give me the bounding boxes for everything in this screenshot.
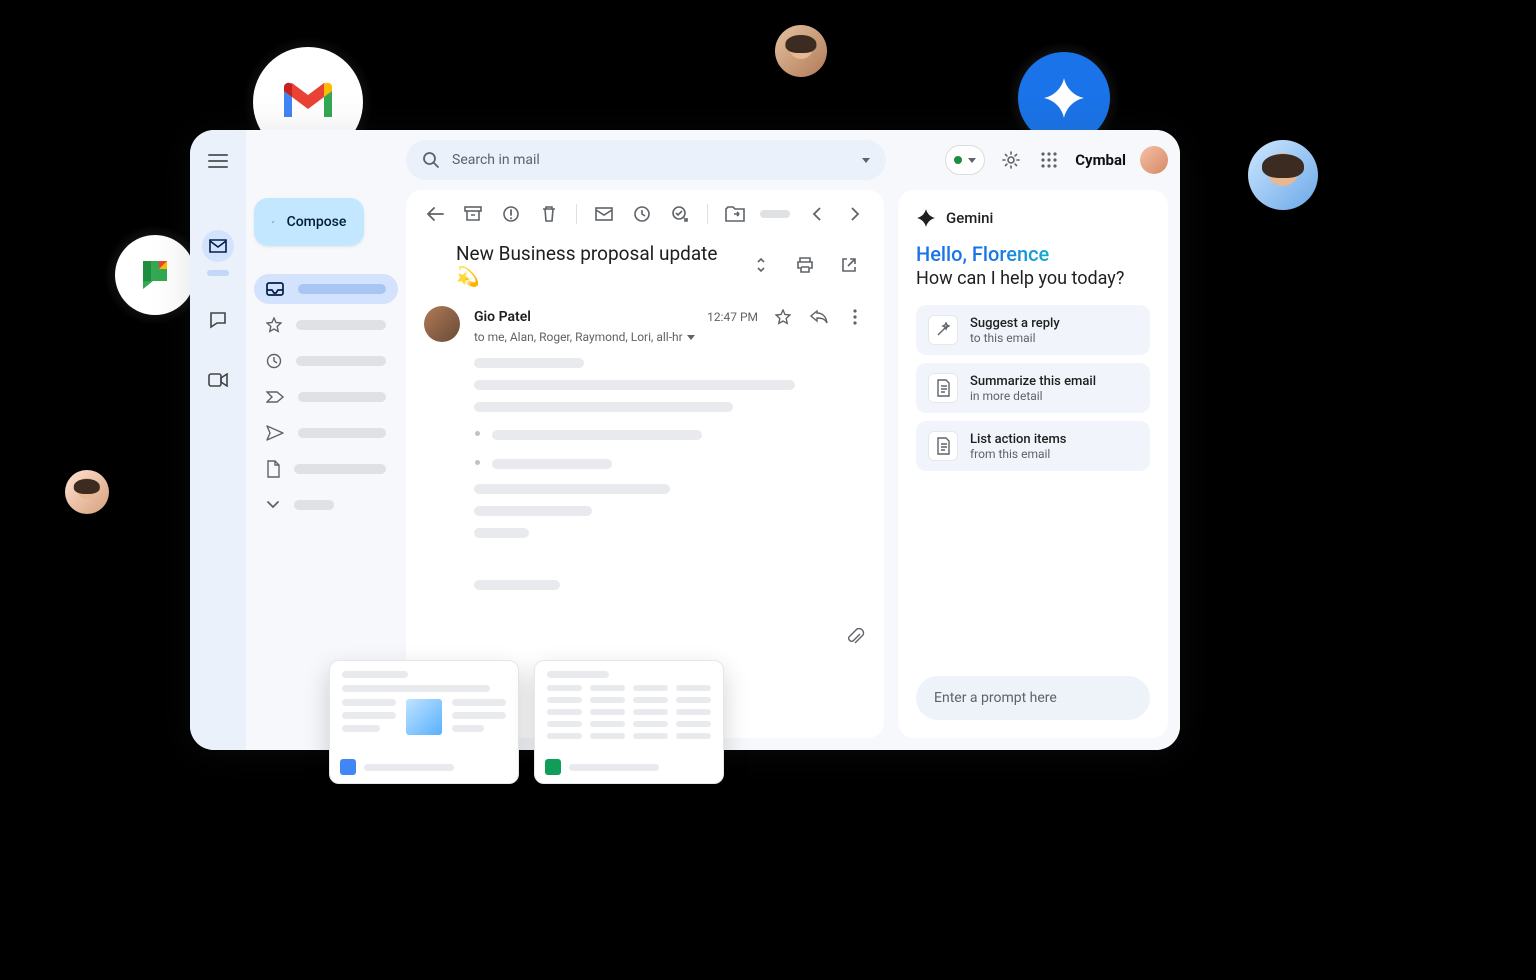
- more-button[interactable]: [844, 306, 866, 328]
- settings-button[interactable]: [999, 148, 1023, 172]
- star-icon: [266, 317, 282, 333]
- email-body: [474, 344, 866, 648]
- email-time: 12:47 PM: [707, 310, 758, 324]
- app-header: Search in mail: [406, 130, 1180, 190]
- print-button[interactable]: [788, 248, 822, 282]
- compose-label: Compose: [287, 214, 347, 230]
- email-subject: New Business proposal update💫: [456, 242, 734, 288]
- gear-icon: [1001, 150, 1021, 170]
- gmail-window: Compose: [190, 130, 1180, 750]
- docs-icon: [340, 759, 356, 775]
- doc-thumbnail: [406, 699, 442, 735]
- recipients-expand[interactable]: [687, 335, 695, 340]
- org-brand: Cymbal: [1075, 151, 1126, 169]
- avatar: [775, 25, 827, 77]
- gemini-prompt-input[interactable]: Enter a prompt here: [916, 676, 1150, 720]
- prev-button[interactable]: [800, 197, 834, 231]
- expand-button[interactable]: [744, 248, 778, 282]
- apps-icon: [1040, 151, 1058, 169]
- sheets-icon: [545, 759, 561, 775]
- avatar: [1248, 140, 1318, 210]
- rail-chat[interactable]: [202, 304, 234, 336]
- sender-avatar: [424, 306, 460, 342]
- pager-info: [760, 210, 790, 218]
- doc-spark-icon: [928, 373, 958, 403]
- move-to-button[interactable]: [718, 197, 752, 231]
- docs-card[interactable]: [329, 660, 519, 784]
- reply-button[interactable]: [808, 306, 830, 328]
- sidebar-item-sent[interactable]: [254, 418, 398, 448]
- popout-button[interactable]: [832, 248, 866, 282]
- back-button[interactable]: [418, 197, 452, 231]
- suggestion-reply[interactable]: Suggest a replyto this email: [916, 305, 1150, 355]
- sent-icon: [266, 425, 284, 441]
- suggestion-summarize[interactable]: Summarize this emailin more detail: [916, 363, 1150, 413]
- search-placeholder: Search in mail: [452, 152, 540, 168]
- snooze-button[interactable]: [625, 197, 659, 231]
- add-task-button[interactable]: [663, 197, 697, 231]
- caret-down-icon: [968, 158, 976, 163]
- next-button[interactable]: [838, 197, 872, 231]
- suggestion-actions[interactable]: List action itemsfrom this email: [916, 421, 1150, 471]
- email-recipients: to me, Alan, Roger, Raymond, Lori, all-h…: [474, 330, 683, 344]
- chevron-down-icon: [266, 500, 280, 510]
- spam-button[interactable]: [494, 197, 528, 231]
- sidebar-item-more[interactable]: [254, 490, 398, 520]
- sender-name: Gio Patel: [474, 309, 531, 325]
- gemini-greeting: Hello, Florence: [916, 242, 1150, 266]
- wand-icon: [928, 315, 958, 345]
- gemini-spark-icon: [916, 208, 936, 228]
- file-icon: [266, 460, 280, 478]
- pencil-icon: [272, 213, 274, 231]
- inbox-icon: [266, 282, 284, 296]
- gemini-title: Gemini: [946, 209, 993, 227]
- status-chip[interactable]: [945, 145, 985, 175]
- prompt-placeholder: Enter a prompt here: [934, 690, 1057, 706]
- compose-button[interactable]: Compose: [254, 198, 364, 246]
- sidebar-item-inbox[interactable]: [254, 274, 398, 304]
- mail-toolbar: [406, 190, 884, 238]
- apps-button[interactable]: [1037, 148, 1061, 172]
- sidebar-item-drafts[interactable]: [254, 454, 398, 484]
- menu-icon[interactable]: [208, 154, 228, 168]
- search-input[interactable]: Search in mail: [406, 140, 886, 180]
- search-icon: [422, 151, 440, 169]
- account-avatar[interactable]: [1140, 146, 1168, 174]
- important-icon: [266, 391, 284, 403]
- google-chat-icon: [115, 235, 195, 315]
- rail-meet[interactable]: [202, 364, 234, 396]
- sidebar-item-starred[interactable]: [254, 310, 398, 340]
- clock-icon: [266, 353, 282, 369]
- gemini-subtitle: How can I help you today?: [916, 268, 1150, 289]
- archive-button[interactable]: [456, 197, 490, 231]
- rail-mail[interactable]: [202, 230, 234, 262]
- mail-pane: New Business proposal update💫 Gio Patel: [406, 190, 884, 738]
- gemini-panel: Gemini Hello, Florence How can I help yo…: [898, 190, 1168, 738]
- star-button[interactable]: [772, 306, 794, 328]
- avatar: [65, 470, 109, 514]
- doc-spark-icon: [928, 431, 958, 461]
- sidebar-item-snoozed[interactable]: [254, 346, 398, 376]
- sheets-card[interactable]: [534, 660, 724, 784]
- sidebar-item-important[interactable]: [254, 382, 398, 412]
- delete-button[interactable]: [532, 197, 566, 231]
- mail-sidebar: Compose: [246, 130, 406, 750]
- rail-indicator: [207, 270, 229, 276]
- presence-dot: [954, 156, 962, 164]
- attachment-icon[interactable]: [846, 628, 866, 648]
- mark-unread-button[interactable]: [587, 197, 621, 231]
- app-rail: [190, 130, 246, 750]
- caret-down-icon: [862, 158, 870, 163]
